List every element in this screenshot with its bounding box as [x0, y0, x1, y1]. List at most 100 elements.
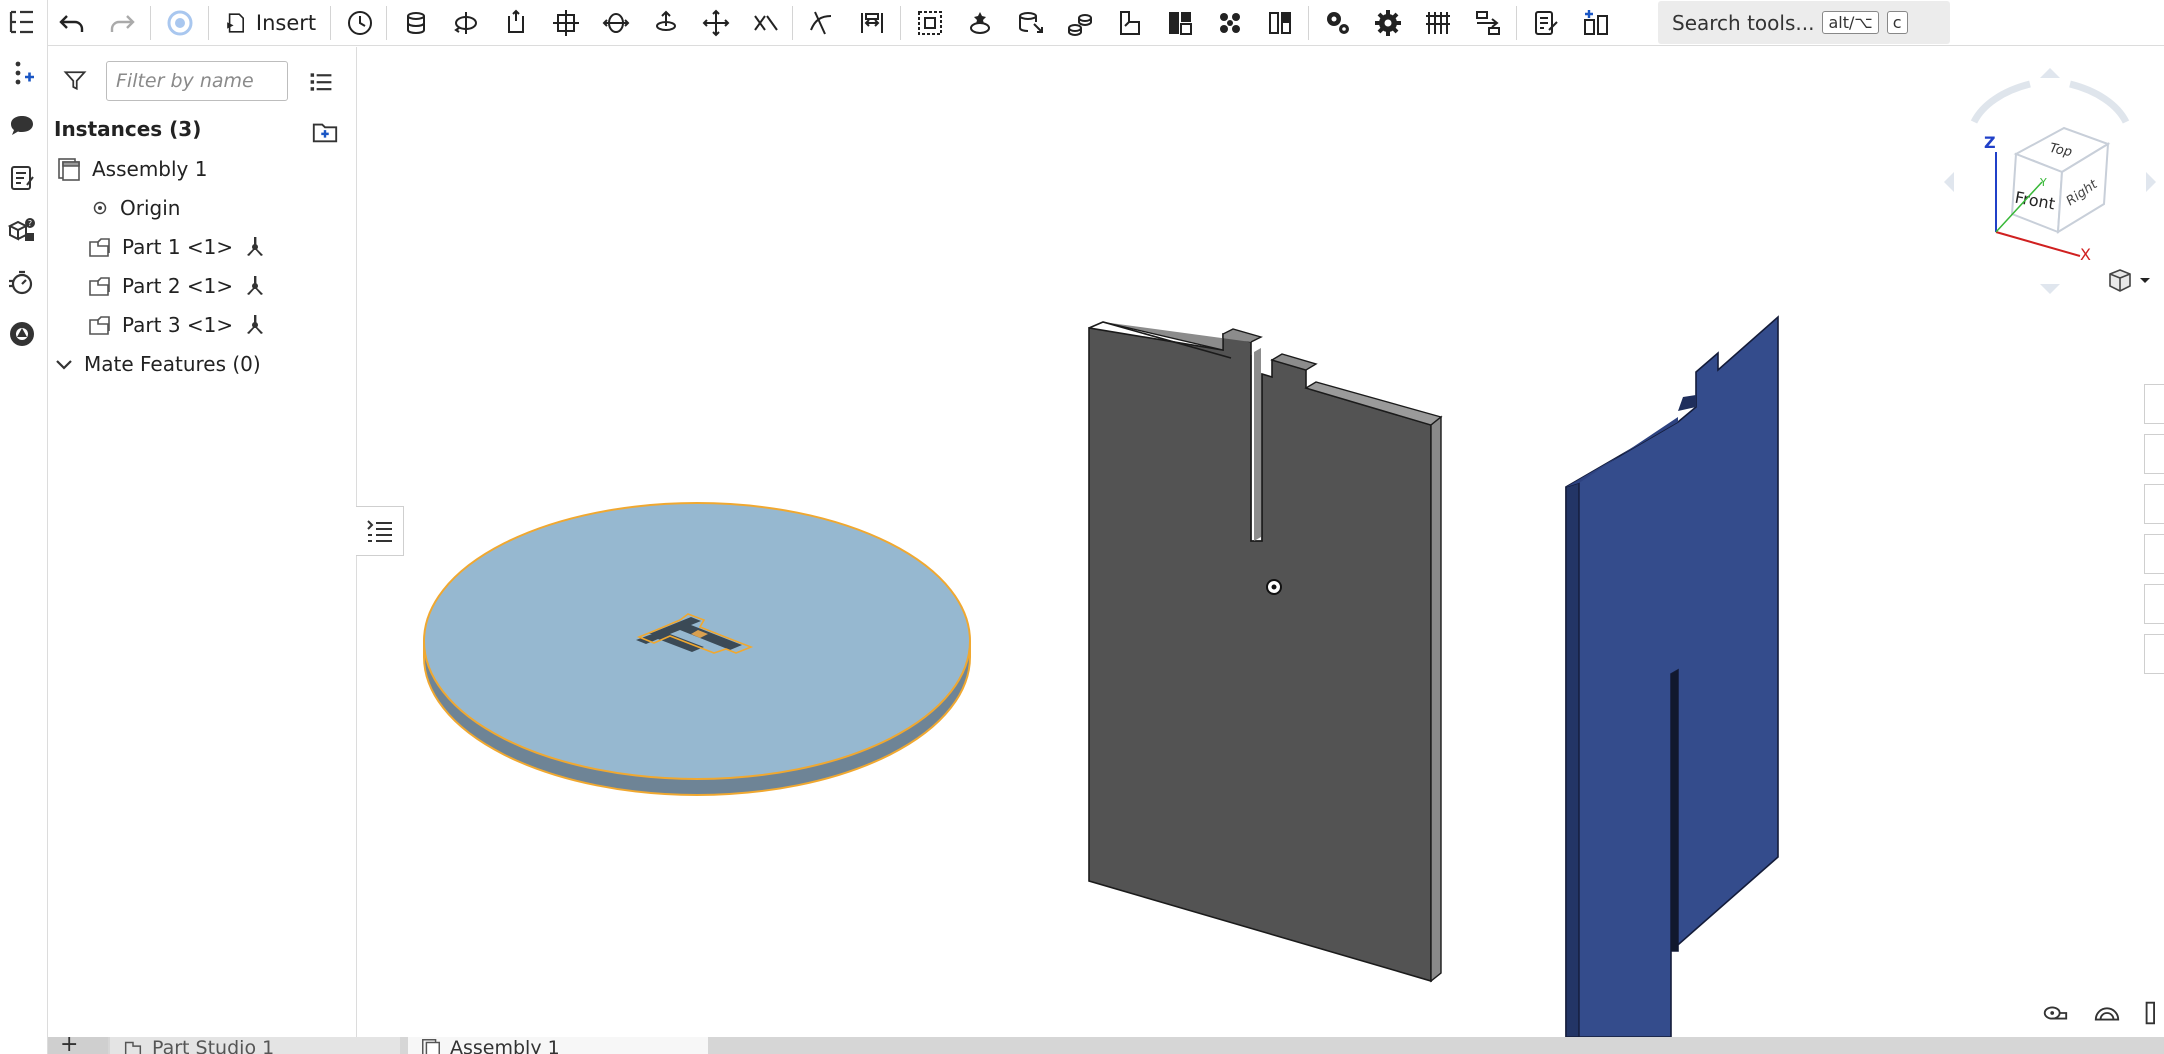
- fixed-icon: [247, 237, 264, 256]
- rack-pinion-icon[interactable]: [1108, 2, 1152, 44]
- search-tools-label: Search tools...: [1672, 10, 1815, 35]
- pattern-icon[interactable]: [1208, 2, 1252, 44]
- tab-label: Part Studio 1: [152, 1037, 275, 1054]
- rotate-down-icon: [2040, 284, 2060, 294]
- tree-item-label: Part 2 <1>: [122, 274, 234, 298]
- tab-assembly[interactable]: Assembly 1: [408, 1037, 708, 1054]
- toolbar-separator: [330, 6, 331, 40]
- right-tab-versions[interactable]: [2144, 634, 2164, 674]
- tree-item-part-2[interactable]: Part 2 <1>: [86, 269, 267, 303]
- toolbar-separator: [150, 6, 151, 40]
- regenerate-icon[interactable]: [158, 2, 202, 44]
- tree-item-part-1[interactable]: Part 1 <1>: [86, 230, 267, 264]
- feature-list-icon[interactable]: [4, 4, 40, 40]
- slider-mate-icon[interactable]: [494, 2, 538, 44]
- rotate-left-icon: [1944, 172, 1954, 192]
- tree-item-mate-features[interactable]: Mate Features (0): [54, 347, 261, 381]
- origin-icon: [93, 201, 107, 215]
- parts-status-icon[interactable]: ?: [4, 212, 40, 248]
- insert-button[interactable]: Insert: [218, 2, 322, 44]
- mate-connector-icon[interactable]: [958, 2, 1002, 44]
- tree-item-origin[interactable]: Origin: [90, 191, 180, 225]
- width-mate-icon[interactable]: [850, 2, 894, 44]
- axis-x-label: X: [2080, 245, 2091, 264]
- right-tab-bom[interactable]: [2144, 434, 2164, 474]
- notes-icon[interactable]: [4, 160, 40, 196]
- right-tab-properties[interactable]: [2144, 384, 2164, 424]
- blue-slotted-plate[interactable]: [1565, 315, 1779, 1037]
- revolute-mate-icon[interactable]: [444, 2, 488, 44]
- render-studio-icon[interactable]: [4, 316, 40, 352]
- redo-icon[interactable]: [100, 2, 144, 44]
- relation-icon[interactable]: [1008, 2, 1052, 44]
- shortcut-key-c: c: [1886, 11, 1908, 34]
- view-options-button[interactable]: [2106, 266, 2156, 296]
- animation-icon[interactable]: [4, 264, 40, 300]
- tree-item-assembly[interactable]: Assembly 1: [56, 152, 207, 186]
- history-icon[interactable]: [338, 2, 382, 44]
- undo-icon[interactable]: [50, 2, 94, 44]
- left-icon-rail: ?: [0, 0, 48, 1054]
- gear-relation-icon[interactable]: [1058, 2, 1102, 44]
- shortcut-key-alt: alt/⌥: [1822, 11, 1879, 34]
- axis-z-label: Z: [1984, 133, 1996, 152]
- section-view-icon[interactable]: [2138, 998, 2164, 1028]
- tree-item-label: Assembly 1: [92, 157, 208, 181]
- filter-icon[interactable]: [60, 65, 90, 95]
- search-tools-button[interactable]: Search tools... alt/⌥ c: [1658, 1, 1950, 44]
- group-icon[interactable]: [908, 2, 952, 44]
- disc-part[interactable]: [423, 502, 971, 796]
- ball-mate-icon[interactable]: [694, 2, 738, 44]
- svg-text:?: ?: [28, 219, 32, 228]
- settings-gear-icon[interactable]: [1316, 2, 1360, 44]
- toolbar-separator: [900, 6, 901, 40]
- cylindrical-mate-icon[interactable]: [594, 2, 638, 44]
- assembly-icon: [422, 1039, 440, 1054]
- frame-icon[interactable]: [1416, 2, 1460, 44]
- parallel-mate-icon[interactable]: [744, 2, 788, 44]
- measure-tool-icon[interactable]: [2038, 998, 2072, 1028]
- insert-label: Insert: [255, 11, 317, 35]
- plus-icon: +: [60, 1037, 79, 1054]
- right-tab-config[interactable]: [2144, 534, 2164, 574]
- fastened-mate-icon[interactable]: [394, 2, 438, 44]
- instances-panel: Instances (3) Assembly 1 Origin Part 1 <…: [48, 47, 357, 1037]
- named-positions-icon[interactable]: [1574, 2, 1618, 44]
- gear-icon[interactable]: [1366, 2, 1410, 44]
- pin-slot-mate-icon[interactable]: [644, 2, 688, 44]
- insert-mate-connector-icon[interactable]: [4, 56, 40, 92]
- toolbar-separator: [792, 6, 793, 40]
- part-instance-icon: [89, 238, 110, 257]
- fixed-icon: [247, 315, 264, 334]
- part-instance-icon: [89, 277, 110, 296]
- replicate-icon[interactable]: [1258, 2, 1302, 44]
- tab-label: Assembly 1: [450, 1037, 560, 1054]
- fixed-icon: [247, 276, 264, 295]
- right-tab-render[interactable]: [2144, 584, 2164, 624]
- filter-by-name-input[interactable]: [106, 61, 288, 101]
- tangent-mate-icon[interactable]: [800, 2, 844, 44]
- toolbar-separator: [1308, 6, 1309, 40]
- list-view-icon[interactable]: [306, 67, 336, 97]
- dark-slotted-plate[interactable]: [1088, 321, 1443, 983]
- chevron-down-icon[interactable]: [54, 354, 74, 374]
- shaded-cube-icon: [2109, 269, 2150, 292]
- toolbar: Insert Search tools... alt/⌥ c: [48, 0, 2164, 46]
- bom-icon[interactable]: [1524, 2, 1568, 44]
- tree-item-label: Part 1 <1>: [122, 235, 234, 259]
- tree-item-label: Origin: [120, 196, 181, 220]
- comments-icon[interactable]: [4, 108, 40, 144]
- mass-properties-icon[interactable]: [2090, 998, 2124, 1028]
- add-folder-icon[interactable]: [310, 117, 340, 147]
- tab-part-studio[interactable]: Part Studio 1: [110, 1037, 400, 1054]
- linear-pattern-icon[interactable]: [1466, 2, 1510, 44]
- tree-item-label: Mate Features (0): [84, 352, 261, 376]
- explode-icon[interactable]: [1158, 2, 1202, 44]
- tree-item-part-3[interactable]: Part 3 <1>: [86, 308, 267, 342]
- bottom-tab-bar: + Part Studio 1 Assembly 1: [48, 1037, 2164, 1054]
- tree-item-label: Part 3 <1>: [122, 313, 234, 337]
- add-tab-button[interactable]: +: [48, 1037, 108, 1054]
- planar-mate-icon[interactable]: [544, 2, 588, 44]
- right-tab-appearance[interactable]: [2144, 484, 2164, 524]
- graphics-viewport[interactable]: [358, 47, 2118, 1037]
